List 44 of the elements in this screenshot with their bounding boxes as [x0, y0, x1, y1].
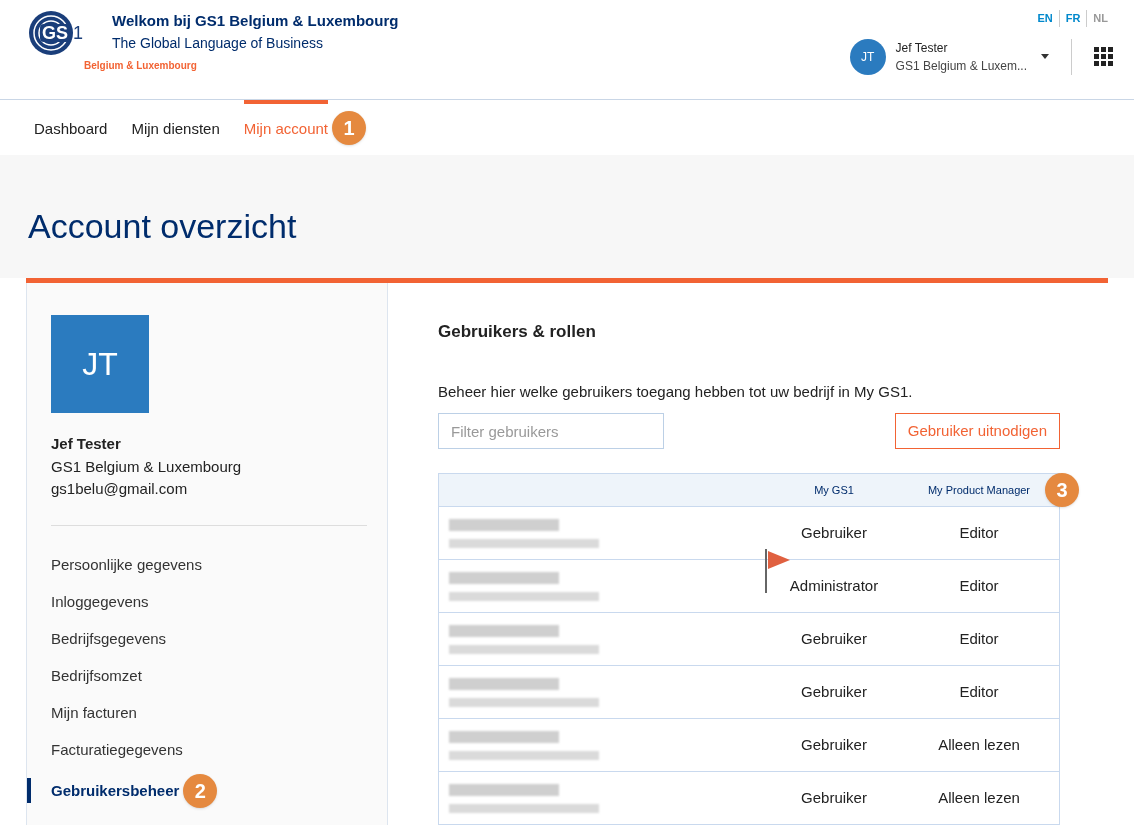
profile-name: Jef Tester: [51, 434, 122, 454]
apps-grid-icon[interactable]: [1094, 46, 1114, 67]
table-cell-text: Gebruiker: [801, 734, 867, 755]
column-header: My Product Manager: [927, 482, 1031, 498]
welcome-title: Welkom bij GS1 Belgium & Luxembourg: [112, 11, 399, 31]
nav-tab[interactable]: Dashboard: [34, 100, 108, 155]
language-link[interactable]: EN: [1031, 10, 1059, 27]
profile-email: gs1belu@gmail.com: [51, 479, 189, 499]
user-company: GS1 Belgium & Luxem...: [895, 57, 1027, 75]
step-number-badge: 3: [1045, 473, 1079, 507]
sidebar-link[interactable]: Bedrijfsgegevens: [27, 625, 167, 651]
sidebar-link[interactable]: Mijn facturen: [27, 699, 137, 725]
user-name: Jef Tester: [895, 39, 949, 57]
tagline: The Global Language of Business: [112, 33, 324, 53]
table-cell-text: Alleen lezen: [938, 787, 1020, 808]
profile-avatar: JT: [51, 315, 149, 413]
filter-field[interactable]: Filter gebruikers: [438, 413, 664, 449]
caret-icon[interactable]: [1041, 54, 1049, 59]
section-title: Gebruikers & rollen: [438, 321, 597, 343]
nav-tab[interactable]: Mijn diensten: [131, 100, 220, 155]
step-number-badge: 1: [332, 110, 366, 145]
sidebar-link[interactable]: Persoonlijke gegevens: [27, 551, 202, 577]
sidebar-link[interactable]: Facturatiegegevens: [27, 736, 183, 762]
table-cell-text: Alleen lezen: [938, 734, 1020, 755]
table-cell-text: Editor: [959, 522, 999, 543]
profile-company: GS1 Belgium & Luxembourg: [51, 456, 243, 477]
table-cell-text: Editor: [959, 681, 999, 702]
table-cell-text: Administrator: [789, 575, 879, 596]
table-cell-text: Gebruiker: [801, 681, 867, 702]
column-header: My GS1: [814, 482, 854, 498]
sidebar-link[interactable]: Inloggegevens: [27, 588, 149, 614]
logo-subtitle: Belgium & Luxembourg: [84, 58, 198, 73]
sidebar-link[interactable]: Gebruikersbeheer: [27, 778, 180, 803]
sidebar-link[interactable]: Bedrijfsomzet: [27, 662, 142, 688]
step-number-badge: 2: [183, 773, 218, 808]
table-cell-text: Gebruiker: [801, 628, 867, 649]
user-avatar: JT: [849, 38, 886, 75]
table-cell-text: Gebruiker: [801, 522, 867, 543]
table-cell-text: Editor: [959, 575, 999, 596]
language-link[interactable]: FR: [1058, 10, 1087, 27]
table-cell-text: Editor: [959, 628, 999, 649]
page-title: Account overzicht: [28, 206, 298, 247]
table-cell-text: Gebruiker: [801, 787, 867, 808]
section-description: Beheer hier welke gebruikers toegang hebben tot uw bedrijf in My GS1.: [438, 381, 914, 402]
